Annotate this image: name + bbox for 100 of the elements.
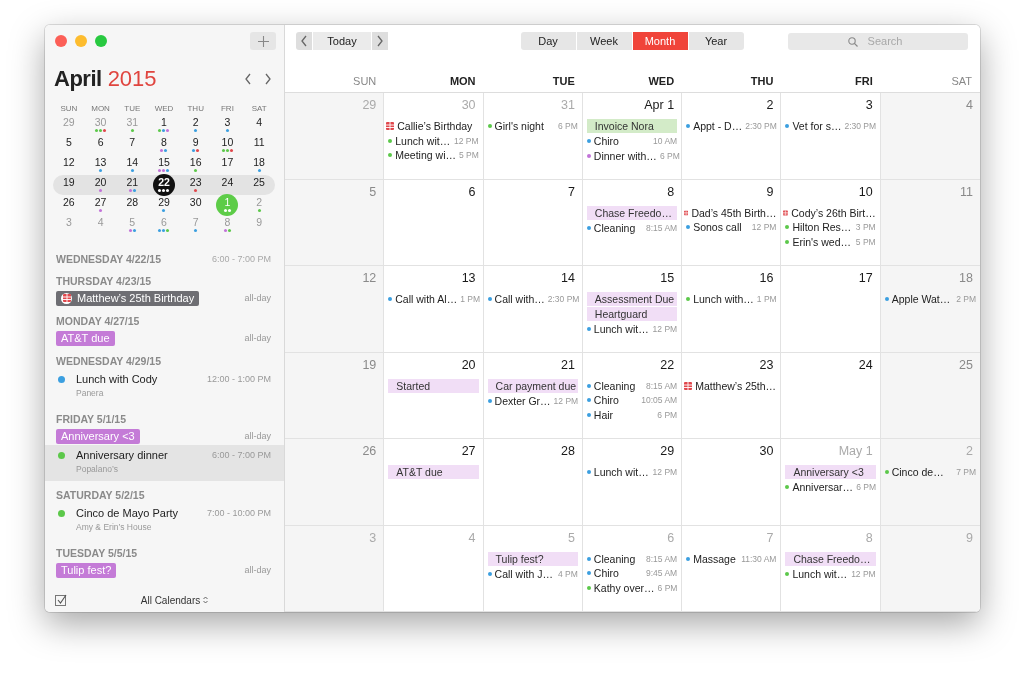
mini-calendar-day[interactable]: 8 [153, 134, 175, 156]
next-month-button[interactable] [264, 73, 272, 85]
all-day-event[interactable]: Car payment due [487, 378, 578, 393]
day-cell[interactable]: 22 Cleaning 8:15 AM Chiro 10:05 AM Hair 6 PM [582, 352, 683, 439]
today-button[interactable]: Today [313, 32, 371, 50]
mini-calendar-day[interactable]: 11 [248, 134, 271, 156]
all-day-event[interactable]: Matthew’s 25th Birthday [56, 290, 200, 306]
day-cell[interactable]: 6 Cleaning 8:15 AM Chiro 9:45 AM Kathy over… 6 PM [582, 525, 683, 612]
mini-calendar-day[interactable]: 7 [121, 134, 144, 156]
event-title[interactable]: Lunch wit… [593, 323, 649, 336]
all-day-event[interactable]: Chase Freedo… [586, 205, 678, 220]
day-cell[interactable]: Apr 1 Invoice Nora Chiro 10 AM Dinner with… 6 PM [582, 93, 683, 180]
all-day-event[interactable]: Heartguard [586, 307, 678, 321]
agenda-row[interactable]: Cinco de Mayo Party Amy & Erin’s House 7:00 - 10:00 PM [45, 503, 284, 539]
previous-button[interactable] [296, 32, 312, 50]
event-title[interactable]: Dexter Gr… [494, 394, 551, 407]
event-title[interactable]: Lunch wit… [792, 567, 848, 580]
event-title[interactable]: Matthew’s 25th… [695, 379, 777, 392]
mini-calendar-day[interactable]: 1 [153, 114, 175, 136]
event-title[interactable]: Call with Al… [395, 293, 458, 306]
day-cell[interactable]: May 1 Anniversary <3 Anniversar… 6 PM [781, 439, 881, 526]
day-cell[interactable]: 20 Started [384, 352, 484, 439]
mini-calendar-day[interactable]: 25 [248, 174, 271, 196]
event-title[interactable]: Chiro [593, 567, 619, 580]
day-cell[interactable]: 7 [483, 179, 583, 266]
view-tab[interactable]: Year [688, 32, 744, 50]
mini-calendar-day[interactable]: 17 [216, 154, 239, 176]
mini-calendar-day[interactable]: 12 [57, 154, 80, 176]
event-title[interactable]: Chiro [593, 394, 619, 407]
agenda-row[interactable]: Matthew’s 25th Birthday all-day [45, 289, 284, 307]
add-button[interactable] [250, 32, 276, 50]
agenda-row[interactable]: Anniversary dinner Popalano’s 6:00 - 7:00 PM [45, 445, 284, 481]
day-cell[interactable]: 13 Call with Al… 1 PM [384, 266, 484, 353]
day-cell[interactable]: 30 [682, 439, 782, 526]
close-button[interactable] [55, 35, 67, 47]
event-title[interactable]: Callie’s Birthday [397, 120, 473, 133]
mini-calendar-day[interactable]: 21 [121, 174, 144, 196]
event-title[interactable]: Hair [593, 408, 614, 421]
event-title[interactable]: Kathy over… [593, 581, 655, 594]
all-day-event[interactable]: Tulip fest? [487, 551, 578, 566]
event-title[interactable]: Cleaning [593, 552, 636, 565]
day-cell[interactable]: 17 [781, 266, 881, 353]
day-cell[interactable]: 10 Cody’s 26th Birt… Hilton Res… 3 PM Erin's wed… 5 PM [781, 179, 881, 266]
all-day-event[interactable]: Anniversary <3 [785, 465, 876, 479]
event-title[interactable]: Call with… [494, 293, 545, 306]
mini-calendar-day[interactable]: 20 [89, 174, 112, 196]
day-cell[interactable]: 8 Chase Freedo… Cleaning 8:15 AM [582, 179, 683, 266]
day-cell[interactable]: 18 Apple Wat… 2 PM [880, 266, 980, 353]
mini-calendar-day[interactable]: 27 [89, 194, 112, 216]
event-title[interactable]: Hilton Res… [792, 221, 852, 234]
mini-calendar-day[interactable]: 3 [216, 114, 239, 136]
view-tab[interactable]: Week [576, 32, 632, 50]
zoom-button[interactable] [95, 35, 107, 47]
search-field[interactable]: Search [788, 32, 968, 50]
event-title[interactable]: Call with J… [494, 567, 553, 580]
mini-calendar-day[interactable]: 26 [57, 194, 80, 216]
event-title[interactable]: Lunch wit… [593, 466, 649, 479]
day-cell[interactable]: 2 Cinco de… 7 PM [880, 439, 980, 526]
mini-calendar-day[interactable]: 2 [184, 114, 207, 136]
mini-calendar-day[interactable]: 24 [216, 174, 239, 196]
mini-calendar-day[interactable]: 5 [57, 134, 80, 156]
mini-calendar-day[interactable]: 6 [89, 134, 112, 156]
day-cell[interactable]: 6 [384, 179, 484, 266]
day-cell[interactable]: 30 Callie’s Birthday Lunch wit… 12 PM Meeting wi… 5 PM [384, 93, 484, 180]
day-cell[interactable]: 28 [483, 439, 583, 526]
day-cell[interactable]: 9 Dad’s 45th Birth… Sonos call 12 PM [682, 179, 782, 266]
day-cell[interactable]: 14 Call with… 2:30 PM [483, 266, 583, 353]
event-title[interactable]: Dinner with… [593, 149, 657, 162]
mini-calendar-day[interactable]: 10 [216, 134, 239, 156]
event-title[interactable]: Sonos call [693, 221, 742, 234]
event-title[interactable]: Chiro [593, 135, 619, 148]
day-cell[interactable]: 15 Assessment Due Heartguard Lunch wit… 12 PM [582, 266, 683, 353]
event-title[interactable]: Meeting wi… [395, 149, 456, 162]
agenda-row[interactable]: Lunch with Cody Panera 12:00 - 1:00 PM [45, 369, 284, 405]
day-cell[interactable]: 3 Vet for s… 2:30 PM [781, 93, 881, 180]
event-title[interactable]: Erin's wed… [792, 235, 852, 248]
all-day-event[interactable]: Invoice Nora [586, 119, 678, 133]
day-cell[interactable]: 29 Lunch wit… 12 PM [582, 439, 683, 526]
mini-calendar-day[interactable]: 23 [184, 174, 207, 196]
day-cell[interactable]: 27 AT&T due [384, 439, 484, 526]
day-cell[interactable]: 31 Girl's night 6 PM [483, 93, 583, 180]
calendars-menu[interactable]: All Calendars [132, 594, 209, 606]
event-title[interactable]: Girl's night [494, 120, 544, 133]
all-day-event[interactable]: Chase Freedo… [785, 551, 876, 566]
event-title[interactable]: Lunch wit… [395, 134, 451, 147]
event-title[interactable]: Cinco de… [891, 466, 944, 479]
view-tab[interactable]: Day [520, 32, 576, 50]
event-title[interactable]: Massage [693, 552, 736, 565]
mini-calendar-day[interactable]: 9 [184, 134, 207, 156]
event-title[interactable]: Cody’s 26th Birt… [791, 206, 876, 219]
event-title[interactable]: Cleaning [593, 379, 636, 392]
view-tab[interactable]: Month [632, 32, 688, 50]
day-cell[interactable]: 2 Appt - D… 2:30 PM [682, 93, 782, 180]
mini-calendar-day[interactable]: 4 [248, 114, 271, 136]
mini-calendar-day[interactable]: 29 [153, 194, 175, 216]
previous-month-button[interactable] [244, 73, 252, 85]
event-title[interactable]: Lunch with… [693, 293, 754, 306]
mini-calendar-day[interactable]: 19 [57, 174, 80, 196]
all-day-event[interactable]: AT&T due [388, 465, 479, 479]
day-cell[interactable]: 7 Massage 11:30 AM [682, 525, 782, 612]
